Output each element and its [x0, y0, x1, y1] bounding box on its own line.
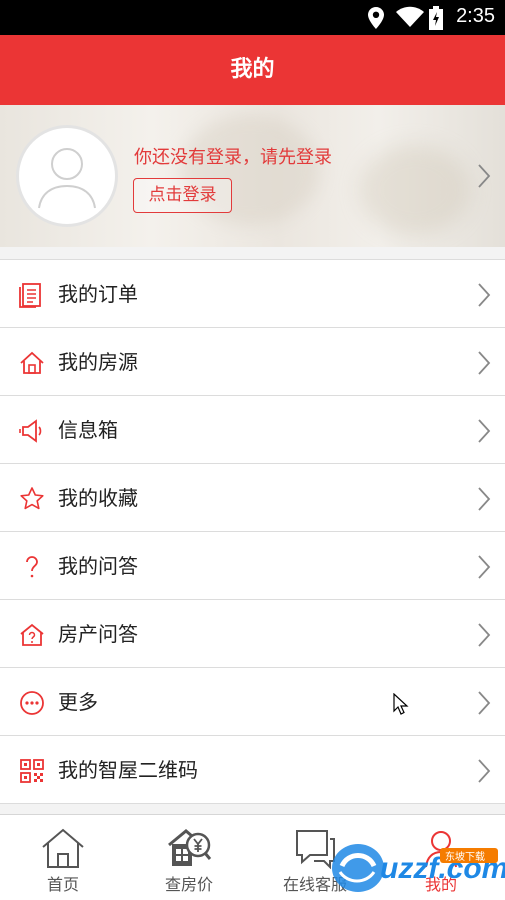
menu-item-my-qa[interactable]: 我的问答: [0, 532, 505, 600]
qrcode-icon: [20, 759, 44, 783]
avatar[interactable]: [16, 125, 118, 227]
chevron-right-icon: [478, 623, 491, 647]
menu-item-orders[interactable]: 我的订单: [0, 260, 505, 328]
status-time: 2:35: [456, 5, 495, 27]
speaker-icon: [19, 419, 42, 443]
tab-price[interactable]: 查房价: [126, 815, 252, 900]
login-button[interactable]: 点击登录: [133, 178, 232, 213]
status-bar: 2:35: [0, 0, 505, 35]
price-icon: [168, 829, 212, 866]
menu-item-listings[interactable]: 我的房源: [0, 328, 505, 396]
question-icon: [26, 556, 38, 578]
tab-home[interactable]: 首页: [0, 815, 126, 900]
menu-item-label: 更多: [58, 690, 98, 714]
chevron-right-icon: [478, 419, 491, 443]
menu-item-label: 我的智屋二维码: [58, 758, 198, 782]
menu-item-favorites[interactable]: 我的收藏: [0, 464, 505, 532]
menu-item-label: 我的问答: [58, 554, 138, 578]
chevron-right-icon: [478, 691, 491, 715]
menu-item-label: 我的订单: [58, 282, 138, 306]
chevron-right-icon[interactable]: [477, 163, 491, 189]
background-blur: [360, 145, 470, 235]
house-question-icon: [20, 623, 44, 646]
chevron-right-icon: [478, 351, 491, 375]
svg-text:东坡下载: 东坡下载: [445, 850, 485, 863]
chevron-right-icon: [478, 283, 491, 307]
menu-item-label: 信息箱: [58, 418, 118, 442]
menu-item-qrcode[interactable]: 我的智屋二维码: [0, 736, 505, 804]
tab-label: 首页: [46, 875, 79, 894]
profile-header[interactable]: 你还没有登录，请先登录 点击登录: [0, 105, 505, 247]
house-icon: [20, 351, 44, 374]
tab-label: 查房价: [164, 875, 213, 894]
mouse-cursor-icon: [393, 693, 409, 715]
app-bar: 我的: [0, 35, 505, 105]
menu-list: 我的订单 我的房源 信息箱 我的收藏 我的问答 房产问答 更多 我的智屋二维码: [0, 259, 505, 804]
chevron-right-icon: [478, 555, 491, 579]
menu-item-property-qa[interactable]: 房产问答: [0, 600, 505, 668]
battery-icon: [429, 6, 443, 30]
chevron-right-icon: [478, 759, 491, 783]
menu-item-more[interactable]: 更多: [0, 668, 505, 736]
star-icon: [20, 487, 44, 510]
location-icon: [368, 7, 384, 29]
page-title: 我的: [230, 57, 275, 82]
order-icon: [19, 283, 41, 308]
menu-item-label: 我的收藏: [58, 486, 138, 510]
chevron-right-icon: [478, 487, 491, 511]
watermark-logo: uzzf.com 东坡下载: [320, 836, 505, 896]
more-icon: [20, 691, 44, 715]
menu-item-label: 我的房源: [58, 350, 138, 374]
avatar-placeholder-icon: [38, 148, 96, 209]
uzzf-logo-icon: uzzf.com 东坡下载: [332, 844, 505, 892]
wifi-icon: [396, 6, 424, 27]
menu-item-label: 房产问答: [58, 622, 138, 646]
menu-item-inbox[interactable]: 信息箱: [0, 396, 505, 464]
login-prompt: 你还没有登录，请先登录: [134, 147, 332, 168]
home-icon: [42, 828, 84, 868]
